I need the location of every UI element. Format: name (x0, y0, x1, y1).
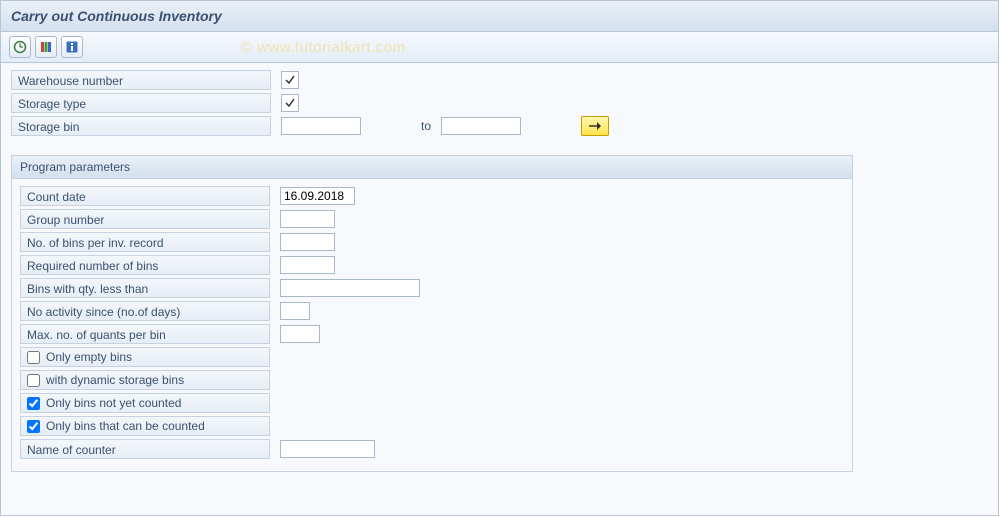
label-count-date: Count date (20, 186, 270, 206)
row-bins-per-record: No. of bins per inv. record (20, 231, 844, 253)
required-check-icon (284, 97, 296, 109)
input-storage-bin-to[interactable] (441, 117, 521, 135)
title-bar: Carry out Continuous Inventory (1, 1, 998, 32)
group-program-parameters: Program parameters Count date Group numb… (11, 155, 853, 472)
label-storage-type: Storage type (11, 93, 271, 113)
text-can-be-counted: Only bins that can be counted (46, 416, 205, 436)
label-to: to (421, 119, 431, 133)
input-no-activity[interactable] (280, 302, 310, 320)
group-title: Program parameters (12, 156, 852, 179)
get-variant-button[interactable] (35, 36, 57, 58)
row-storage-type: Storage type (11, 92, 988, 114)
multiple-selection-button[interactable] (581, 116, 609, 136)
label-required-bins: Required number of bins (20, 255, 270, 275)
required-indicator-warehouse[interactable] (281, 71, 299, 89)
input-storage-bin-from[interactable] (281, 117, 361, 135)
text-not-counted: Only bins not yet counted (46, 393, 181, 413)
arrow-right-icon (588, 121, 602, 131)
row-counter-name: Name of counter (20, 438, 844, 460)
input-required-bins[interactable] (280, 256, 335, 274)
execute-icon (13, 40, 27, 54)
row-count-date: Count date (20, 185, 844, 207)
row-warehouse-number: Warehouse number (11, 69, 988, 91)
row-with-dynamic: with dynamic storage bins (20, 369, 844, 391)
input-counter-name[interactable] (280, 440, 375, 458)
required-check-icon (284, 74, 296, 86)
info-icon (65, 40, 79, 54)
label-bins-per-record: No. of bins per inv. record (20, 232, 270, 252)
input-group-number[interactable] (280, 210, 335, 228)
label-max-quants: Max. no. of quants per bin (20, 324, 270, 344)
app-toolbar (1, 32, 998, 63)
label-qty-less: Bins with qty. less than (20, 278, 270, 298)
row-only-empty: Only empty bins (20, 346, 844, 368)
label-group-number: Group number (20, 209, 270, 229)
input-qty-less[interactable] (280, 279, 420, 297)
row-can-be-counted: Only bins that can be counted (20, 415, 844, 437)
page-title: Carry out Continuous Inventory (11, 8, 222, 24)
row-not-counted: Only bins not yet counted (20, 392, 844, 414)
checkbox-can-be-counted[interactable] (27, 420, 40, 433)
row-qty-less: Bins with qty. less than (20, 277, 844, 299)
row-storage-bin: Storage bin to (11, 115, 988, 137)
group-body: Count date Group number No. of bins per … (12, 179, 852, 471)
text-with-dynamic: with dynamic storage bins (46, 370, 184, 390)
text-only-empty: Only empty bins (46, 347, 132, 367)
label-storage-bin: Storage bin (11, 116, 271, 136)
info-button[interactable] (61, 36, 83, 58)
label-no-activity: No activity since (no.of days) (20, 301, 270, 321)
execute-button[interactable] (9, 36, 31, 58)
label-with-dynamic: with dynamic storage bins (20, 370, 270, 390)
checkbox-with-dynamic[interactable] (27, 374, 40, 387)
label-warehouse-number: Warehouse number (11, 70, 271, 90)
input-bins-per-record[interactable] (280, 233, 335, 251)
label-only-empty: Only empty bins (20, 347, 270, 367)
label-counter-name: Name of counter (20, 439, 270, 459)
input-count-date[interactable] (280, 187, 355, 205)
row-required-bins: Required number of bins (20, 254, 844, 276)
variant-icon (39, 40, 53, 54)
label-can-be-counted: Only bins that can be counted (20, 416, 270, 436)
row-max-quants: Max. no. of quants per bin (20, 323, 844, 345)
input-max-quants[interactable] (280, 325, 320, 343)
row-group-number: Group number (20, 208, 844, 230)
content-area: Warehouse number Storage type Storage bi… (1, 63, 998, 482)
checkbox-not-counted[interactable] (27, 397, 40, 410)
checkbox-only-empty[interactable] (27, 351, 40, 364)
row-no-activity: No activity since (no.of days) (20, 300, 844, 322)
required-indicator-storage-type[interactable] (281, 94, 299, 112)
label-not-counted: Only bins not yet counted (20, 393, 270, 413)
app-window: © www.tutorialkart.com Carry out Continu… (0, 0, 999, 516)
